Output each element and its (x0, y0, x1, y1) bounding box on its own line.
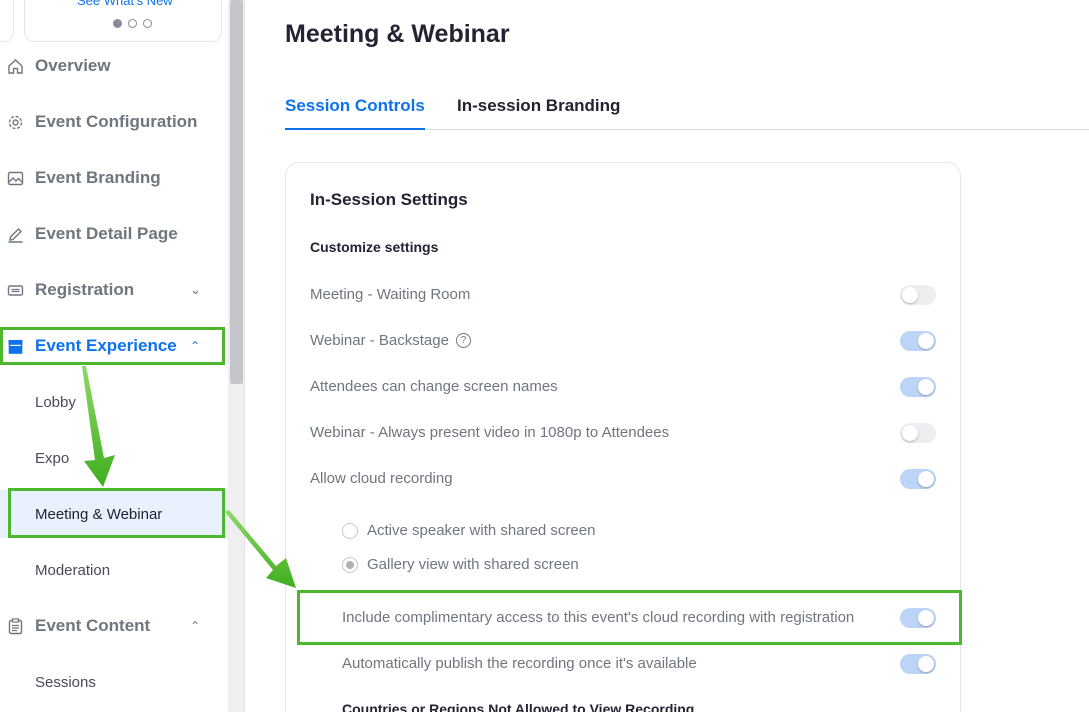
sidebar-item-label: Event Content (35, 616, 151, 635)
chevron-down-icon[interactable]: ⌄ (190, 282, 201, 298)
sidebar-item-label: Event Detail Page (35, 224, 178, 243)
tab-in-session-branding[interactable]: In-session Branding (457, 96, 620, 130)
carousel-dot[interactable] (128, 19, 137, 28)
setting-label: Include complimentary access to this eve… (342, 609, 855, 626)
ticket-icon (7, 282, 24, 299)
sidebar-subitem-label: Expo (35, 449, 70, 467)
tab-session-controls[interactable]: Session Controls (285, 96, 425, 130)
help-icon[interactable]: ? (455, 333, 471, 348)
chevron-up-icon[interactable]: ⌃ (190, 619, 200, 633)
scrollbar-thumb[interactable] (230, 0, 243, 384)
sidebar-item-event-branding[interactable]: Event Branding (0, 150, 228, 206)
gear-icon (7, 114, 24, 131)
countries-heading: Countries or Regions Not Allowed to View… (342, 701, 695, 712)
sidebar-subitem-lobby[interactable]: Lobby (0, 378, 228, 426)
image-icon (7, 170, 24, 187)
active-speaker-radio[interactable] (342, 523, 358, 539)
sidebar-item-event-content[interactable]: Event Content ⌃ (0, 598, 228, 654)
radio-label: Gallery view with shared screen (367, 556, 579, 573)
sidebar-subitem-moderation[interactable]: Moderation (0, 546, 228, 594)
sidebar-scrollbar[interactable] (228, 0, 245, 712)
sidebar-subitem-label: Moderation (35, 561, 111, 579)
whats-new-card: See What's New (24, 0, 222, 42)
auto-publish-toggle[interactable] (900, 654, 936, 674)
card-subtitle: Customize settings (310, 239, 439, 255)
sidebar-subitem-expo[interactable]: Expo (0, 434, 228, 482)
setting-label: Allow cloud recording (310, 470, 453, 487)
sidebar-item-event-detail-page[interactable]: Event Detail Page (0, 206, 228, 262)
sidebar-item-event-configuration[interactable]: Event Configuration (0, 94, 228, 150)
setting-label: Webinar - Backstage? (310, 332, 471, 349)
sidebar-item-label: Event Experience (35, 336, 177, 355)
gallery-view-radio[interactable] (342, 557, 358, 573)
sidebar-subitem-label: Meeting & Webinar (35, 505, 163, 523)
setting-label: Attendees can change screen names (310, 378, 558, 395)
backstage-toggle[interactable] (900, 331, 936, 351)
tab-bar: Session Controls In-session Branding (285, 96, 1089, 130)
page-title: Meeting & Webinar (285, 20, 510, 48)
sidebar-item-registration[interactable]: Registration ⌄ (0, 262, 228, 318)
sidebar-item-label: Event Configuration (35, 112, 198, 131)
sidebar-item-label: Event Branding (35, 168, 161, 187)
sidebar-subitem-label: Lobby (35, 393, 76, 411)
whats-new-link[interactable]: See What's New (77, 0, 173, 8)
pencil-icon (7, 226, 24, 243)
cloud-recording-toggle[interactable] (900, 469, 936, 489)
change-screen-names-toggle[interactable] (900, 377, 936, 397)
waiting-room-toggle[interactable] (900, 285, 936, 305)
setting-label: Automatically publish the recording once… (342, 655, 697, 672)
video-1080p-toggle[interactable] (900, 423, 936, 443)
chevron-up-icon[interactable]: ⌃ (190, 339, 200, 353)
sidebar-item-event-experience[interactable]: Event Experience ⌃ (0, 318, 228, 374)
sidebar-item-label: Overview (35, 56, 111, 75)
card-title: In-Session Settings (310, 190, 468, 209)
store-icon (7, 338, 24, 355)
radio-label: Active speaker with shared screen (367, 522, 596, 539)
sidebar-subitem-sessions[interactable]: Sessions (0, 658, 228, 706)
clipboard-icon (7, 617, 24, 635)
sidebar-subitem-meeting-webinar[interactable]: Meeting & Webinar (0, 490, 228, 538)
home-icon (7, 58, 24, 75)
carousel-dot[interactable] (113, 19, 122, 28)
sidebar-subitem-label: Sessions (35, 673, 96, 691)
carousel-dots (113, 19, 152, 28)
carousel-dot[interactable] (143, 19, 152, 28)
sidebar: See What's New Overview Event Configurat… (0, 0, 228, 712)
setting-label: Webinar - Always present video in 1080p … (310, 424, 670, 441)
sidebar-item-label: Registration (35, 280, 135, 299)
carousel-card-edge (0, 0, 14, 42)
complimentary-access-toggle[interactable] (900, 608, 936, 628)
sidebar-item-overview[interactable]: Overview (0, 38, 228, 94)
setting-label: Meeting - Waiting Room (310, 286, 471, 303)
